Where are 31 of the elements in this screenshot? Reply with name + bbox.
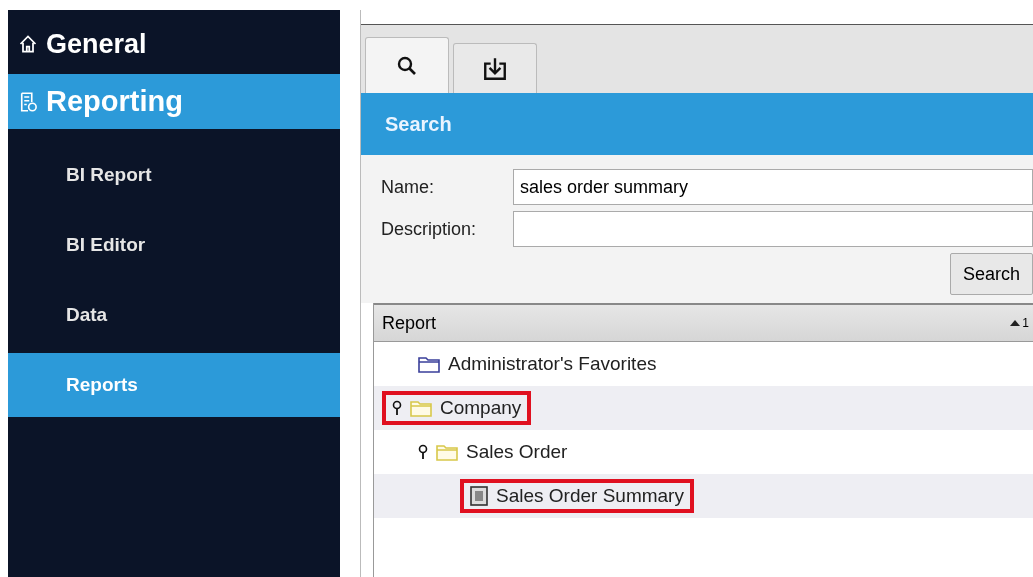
home-icon bbox=[18, 34, 38, 54]
tree-label: Administrator's Favorites bbox=[448, 353, 657, 375]
tree-item[interactable]: Company bbox=[382, 391, 532, 425]
input-field[interactable]: sales order summary bbox=[513, 169, 1033, 205]
sidebar-item[interactable]: Data bbox=[8, 283, 340, 347]
tab[interactable] bbox=[453, 43, 537, 93]
pin-icon[interactable] bbox=[392, 400, 402, 416]
field-label: Name: bbox=[381, 176, 435, 198]
tree-item[interactable]: Sales Order Summary bbox=[460, 479, 694, 513]
download-icon bbox=[482, 55, 508, 82]
field-label: Description: bbox=[381, 218, 478, 240]
tree-label: Sales Order bbox=[466, 441, 568, 463]
sort-order: 1 bbox=[1022, 316, 1029, 330]
folder-icon bbox=[436, 443, 458, 461]
sidebar-section[interactable]: General bbox=[8, 22, 340, 66]
sort-icon bbox=[1010, 320, 1021, 326]
tree-label: Company bbox=[440, 397, 522, 419]
tree-item[interactable]: Sales Order bbox=[408, 435, 578, 469]
sidebar-item[interactable]: BI Editor bbox=[8, 213, 340, 277]
report-icon bbox=[18, 91, 38, 112]
folder-icon bbox=[410, 399, 432, 417]
pin-icon[interactable] bbox=[418, 444, 428, 460]
sidebar-item[interactable]: BI Report bbox=[8, 143, 340, 207]
document-icon bbox=[470, 486, 488, 506]
tree-label: Sales Order Summary bbox=[496, 485, 684, 507]
folder-icon bbox=[418, 355, 440, 373]
tree-item[interactable]: Administrator's Favorites bbox=[408, 347, 667, 381]
panel-title: Search bbox=[385, 112, 452, 136]
search-button[interactable]: Search bbox=[949, 253, 1033, 295]
column-header[interactable]: Report 1 bbox=[374, 303, 1033, 342]
input-field[interactable] bbox=[513, 211, 1033, 247]
